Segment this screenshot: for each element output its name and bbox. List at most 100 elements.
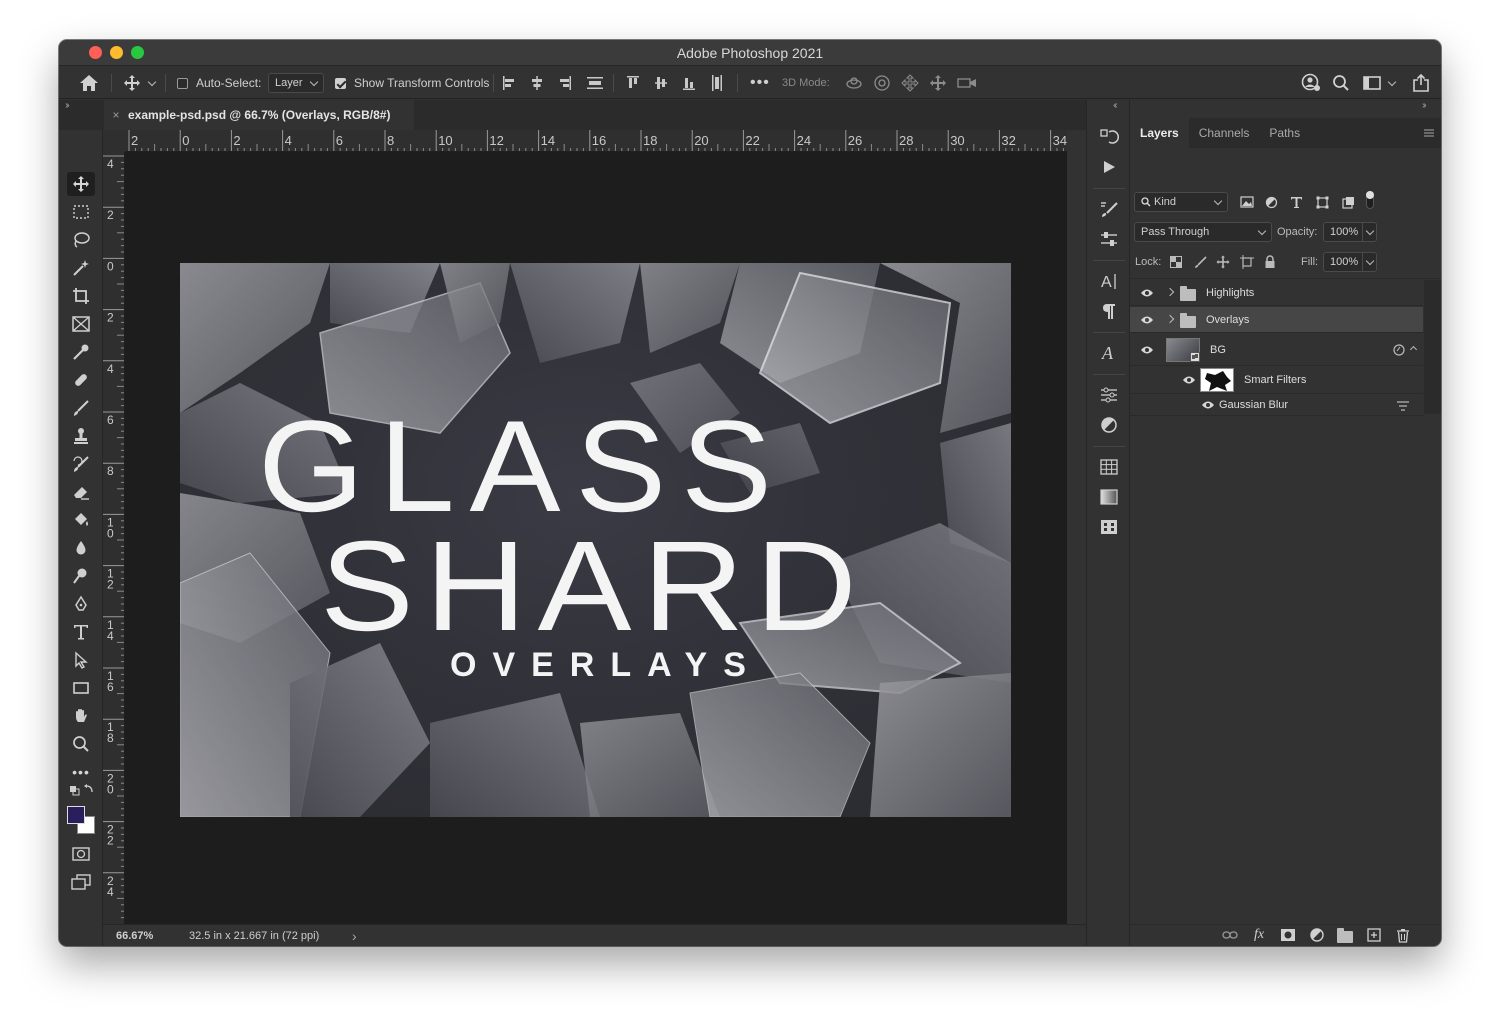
lock-pixels-icon[interactable] <box>1194 255 1207 269</box>
share-profile-button[interactable] <box>1301 67 1321 99</box>
lock-position-icon[interactable] <box>1216 255 1230 269</box>
3d-camera-icon[interactable] <box>957 75 977 91</box>
auto-select-toggle[interactable]: Auto-Select: <box>177 67 261 99</box>
status-more-button[interactable]: › <box>352 928 357 944</box>
character-panel-button[interactable]: A <box>1095 268 1123 294</box>
tab-paths[interactable]: Paths <box>1259 118 1310 148</box>
foreground-color-swatch[interactable] <box>67 806 85 824</box>
eye-icon[interactable] <box>1140 315 1154 325</box>
eyedropper-tool[interactable] <box>67 340 95 364</box>
filter-kind-dropdown[interactable]: Kind <box>1134 192 1228 212</box>
align-middle-icon[interactable] <box>654 75 668 91</box>
add-mask-button[interactable] <box>1277 924 1299 946</box>
eye-icon[interactable] <box>1140 345 1154 355</box>
document-info[interactable]: 32.5 in x 21.667 in (72 ppi) <box>189 930 319 942</box>
layer-row-highlights[interactable]: Highlights <box>1130 280 1423 306</box>
tab-layers[interactable]: Layers <box>1130 118 1189 148</box>
frame-tool[interactable] <box>67 312 95 336</box>
lock-artboard-icon[interactable] <box>1240 255 1254 269</box>
collapse-effects-icon[interactable] <box>1409 345 1418 354</box>
brushes-panel-button[interactable] <box>1095 196 1123 222</box>
blur-tool[interactable] <box>67 536 95 560</box>
eye-icon[interactable] <box>1182 375 1196 385</box>
eraser-tool[interactable] <box>67 480 95 504</box>
layer-row-overlays[interactable]: Overlays <box>1130 307 1423 333</box>
canvas-area[interactable]: GLASS SHARD OVERLAYS <box>125 152 1067 928</box>
distribute-vertical-icon[interactable] <box>586 75 604 91</box>
swap-colors[interactable] <box>67 782 95 798</box>
layer-row-smart-filters[interactable]: Smart Filters <box>1130 366 1423 394</box>
screen-mode-button[interactable] <box>67 870 95 894</box>
add-layer-style-button[interactable]: fx <box>1248 924 1270 946</box>
dodge-tool[interactable] <box>67 564 95 588</box>
panel-menu-button[interactable] <box>1417 118 1441 148</box>
align-right-icon[interactable] <box>558 75 572 91</box>
align-left-icon[interactable] <box>502 75 516 91</box>
ruler-origin[interactable] <box>103 130 125 152</box>
lock-all-icon[interactable] <box>1264 255 1276 269</box>
patterns-panel-button[interactable] <box>1095 514 1123 540</box>
tab-channels[interactable]: Channels <box>1189 118 1260 148</box>
document-canvas[interactable]: GLASS SHARD OVERLAYS <box>180 263 1011 817</box>
align-bottom-icon[interactable] <box>682 75 696 91</box>
align-center-icon[interactable] <box>530 75 544 91</box>
move-tool[interactable] <box>67 172 95 196</box>
magic-wand-tool[interactable] <box>67 256 95 280</box>
horizontal-ruler[interactable]: 2 0 2 4 6 8 10 12 14 16 18 20 22 24 26 28 30 32 34 <box>125 130 1067 152</box>
eye-icon[interactable] <box>1201 400 1215 410</box>
adjustments-panel-button[interactable] <box>1095 412 1123 438</box>
lock-transparent-icon[interactable] <box>1170 256 1182 268</box>
chevron-right-icon[interactable] <box>1165 287 1175 297</box>
close-window-button[interactable] <box>89 46 102 59</box>
pen-tool[interactable] <box>67 592 95 616</box>
type-tool[interactable] <box>67 620 95 644</box>
show-transform-checkbox[interactable] <box>335 77 346 89</box>
filter-adjustment-icon[interactable] <box>1265 196 1278 209</box>
new-group-button[interactable] <box>1334 924 1356 946</box>
opacity-field[interactable]: 100% <box>1323 222 1377 242</box>
fill-field[interactable]: 100% <box>1323 252 1377 272</box>
eye-icon[interactable] <box>1140 288 1154 298</box>
collapse-dock-icon[interactable]: ‹‹ <box>1113 100 1117 111</box>
blend-mode-dropdown[interactable]: Pass Through <box>1134 222 1272 242</box>
3d-orbit-icon[interactable] <box>845 75 863 91</box>
gradients-panel-button[interactable] <box>1095 484 1123 510</box>
minimize-window-button[interactable] <box>110 46 123 59</box>
3d-roll-icon[interactable] <box>873 74 891 92</box>
align-top-icon[interactable] <box>626 75 640 91</box>
more-options-button[interactable]: ••• <box>750 67 770 99</box>
home-button[interactable] <box>79 67 99 99</box>
swatches-panel-button[interactable] <box>1095 454 1123 480</box>
layer-row-bg[interactable]: BG <box>1130 334 1423 366</box>
maximize-window-button[interactable] <box>131 46 144 59</box>
path-selection-tool[interactable] <box>67 648 95 672</box>
3d-pan-icon[interactable] <box>901 74 919 92</box>
zoom-level[interactable]: 66.67% <box>116 930 153 942</box>
filter-smart-object-icon[interactable] <box>1342 196 1355 209</box>
marquee-tool[interactable] <box>67 200 95 224</box>
show-transform-toggle[interactable]: Show Transform Controls <box>335 67 489 99</box>
collapse-panel-icon[interactable]: ›› <box>1422 100 1426 111</box>
properties-panel-button[interactable] <box>1095 382 1123 408</box>
3d-slide-icon[interactable] <box>929 74 947 92</box>
delete-layer-button[interactable] <box>1392 924 1414 946</box>
history-panel-button[interactable] <box>1095 124 1123 150</box>
layer-row-gaussian-blur[interactable]: Gaussian Blur <box>1130 394 1423 416</box>
edit-toolbar-button[interactable]: ••• <box>67 760 95 784</box>
brush-tool[interactable] <box>67 396 95 420</box>
auto-select-checkbox[interactable] <box>177 77 188 89</box>
vertical-ruler[interactable]: 42024681012141618202224 <box>103 152 125 928</box>
collapse-icon[interactable]: ›› <box>65 100 69 111</box>
filter-shape-icon[interactable] <box>1316 196 1329 209</box>
actions-panel-button[interactable] <box>1095 154 1123 180</box>
document-tab[interactable]: × example-psd.psd @ 66.7% (Overlays, RGB… <box>104 100 414 130</box>
new-layer-button[interactable] <box>1363 924 1385 946</box>
paragraph-panel-button[interactable] <box>1095 298 1123 324</box>
workspace-switcher[interactable] <box>1363 67 1397 99</box>
crop-tool[interactable] <box>67 284 95 308</box>
quick-mask-button[interactable] <box>67 842 95 866</box>
glyphs-panel-button[interactable]: A <box>1095 340 1123 366</box>
filter-type-icon[interactable] <box>1290 196 1303 209</box>
filter-pixel-icon[interactable] <box>1240 196 1254 208</box>
filter-blending-options-icon[interactable] <box>1396 400 1410 412</box>
